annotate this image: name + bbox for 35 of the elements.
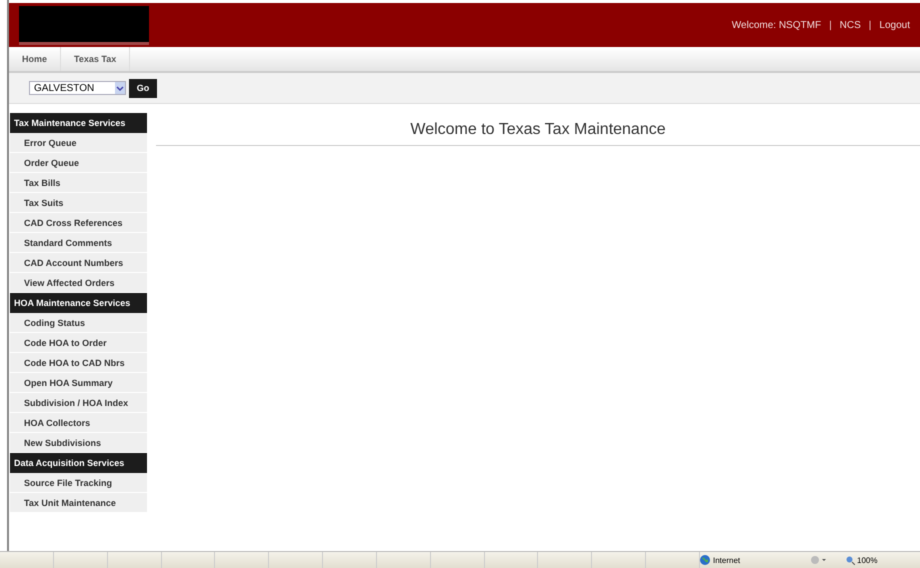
go-button[interactable]: Go	[129, 78, 157, 98]
protected-mode-icon[interactable]	[810, 555, 828, 565]
header-link[interactable]: Logout	[879, 20, 910, 30]
separator: |	[829, 20, 832, 30]
sidebar-item[interactable]: Tax Bills	[10, 173, 147, 193]
sidebar-item[interactable]: CAD Account Numbers	[10, 253, 147, 273]
section-heading: HOA Maintenance Services	[10, 293, 147, 313]
sidebar-item[interactable]: Code HOA to CAD Nbrs	[10, 353, 147, 373]
sidebar-item[interactable]: Subdivision / HOA Index	[10, 393, 147, 413]
sidebar-item[interactable]: Code HOA to Order	[10, 333, 147, 353]
nav-tab[interactable]: Home	[9, 47, 62, 71]
sidebar-item[interactable]: Coding Status	[10, 313, 147, 333]
sidebar-item[interactable]: Tax Unit Maintenance	[10, 493, 147, 513]
sidebar-item[interactable]: New Subdivisions	[10, 433, 147, 453]
section-heading: Data Acquisition Services	[10, 453, 147, 473]
sidebar-item[interactable]: Tax Suits	[10, 193, 147, 213]
sidebar-item[interactable]: HOA Collectors	[10, 413, 147, 433]
sidebar-item[interactable]: Open HOA Summary	[10, 373, 147, 393]
nav-tab[interactable]: Texas Tax	[61, 47, 130, 71]
welcome-text: Welcome: NSQTMF	[732, 20, 822, 30]
zoom-level[interactable]: 100%	[846, 556, 878, 564]
sidebar-item[interactable]: Order Queue	[10, 153, 147, 173]
zoom-icon	[846, 556, 855, 564]
separator: |	[868, 20, 872, 30]
sidebar-item[interactable]: Error Queue	[10, 133, 147, 153]
section-heading: Tax Maintenance Services	[10, 113, 147, 133]
zone-text: Internet	[713, 556, 740, 564]
page-title: Welcome to Texas Tax Maintenance	[156, 113, 920, 146]
sidebar-item[interactable]: Source File Tracking	[10, 473, 147, 493]
sidebar-item[interactable]: View Affected Orders	[10, 273, 147, 293]
county-dropdown[interactable]: GALVESTON	[29, 81, 126, 95]
sidebar-item[interactable]: Standard Comments	[10, 233, 147, 253]
sidebar-item[interactable]: CAD Cross References	[10, 213, 147, 233]
header-link[interactable]: NCS	[840, 20, 861, 30]
globe-icon	[700, 555, 710, 565]
